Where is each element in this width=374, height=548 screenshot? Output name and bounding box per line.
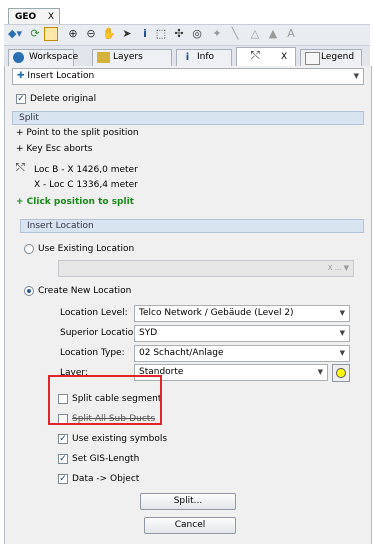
layer-color-swatch-icon <box>336 368 346 378</box>
chevron-down-icon: ▼ <box>353 72 359 80</box>
pin-icon[interactable]: ✦ <box>210 27 224 41</box>
location-level-label: Location Level: <box>60 308 128 318</box>
mode-combo-value: Insert Location <box>27 71 95 81</box>
loc-b-distance: Loc B - X 1426,0 meter <box>34 165 138 175</box>
split-instruction-2: + Key Esc aborts <box>16 144 93 154</box>
tab-info[interactable]: i Info <box>176 49 232 66</box>
select-box-icon[interactable]: ⬚ <box>154 27 168 41</box>
window-icon[interactable] <box>44 27 58 41</box>
location-type-label: Location Type: <box>60 348 125 358</box>
layers-icon <box>97 52 110 63</box>
fill-icon[interactable]: ▲ <box>266 27 280 41</box>
use-existing-symbols-label: Use existing symbols <box>72 434 168 444</box>
info-icon[interactable]: i <box>138 27 152 41</box>
highlight-box <box>48 375 162 425</box>
text-icon[interactable]: A <box>284 27 298 41</box>
existing-location-combo[interactable]: X ... ▼ <box>58 260 354 277</box>
split-instruction-1: + Point to the split position <box>16 128 139 138</box>
window-tab-label: GEO <box>15 12 37 22</box>
loc-c-distance: X - Loc C 1336,4 meter <box>34 180 138 190</box>
tab-info-label: Info <box>197 52 215 62</box>
chevron-down-icon: ▼ <box>339 309 345 317</box>
chevron-down-icon: ▼ <box>339 349 345 357</box>
tab-layers-label: Layers <box>113 52 143 62</box>
window-tab-geo[interactable]: GEO X <box>8 8 60 24</box>
mode-combo[interactable]: ✚ Insert Location ▼ <box>12 68 364 85</box>
use-existing-label: Use Existing Location <box>38 244 135 254</box>
create-new-label: Create New Location <box>38 286 132 296</box>
split-section-header: Split <box>12 111 364 125</box>
superior-location-value: SYD <box>139 328 158 338</box>
location-type-value: 02 Schacht/Anlage <box>139 348 224 358</box>
superior-location-combo[interactable]: SYD ▼ <box>134 325 350 342</box>
chevron-down-icon: ▼ <box>317 368 323 376</box>
polygon-icon[interactable]: △ <box>248 27 262 41</box>
set-gis-length-checkbox[interactable]: ✓ <box>58 454 68 464</box>
split-tool-icon: ⤲ <box>251 49 260 62</box>
tab-split-tool[interactable]: ⤲ X <box>236 47 296 67</box>
select-arrow-icon[interactable]: ➤ <box>120 27 134 41</box>
use-existing-symbols-checkbox[interactable]: ✓ <box>58 434 68 444</box>
zoom-in-icon[interactable]: ⊕ <box>66 27 80 41</box>
existing-combo-controls: X ... ▼ <box>327 264 349 272</box>
delete-original-label: Delete original <box>30 94 97 104</box>
line-icon[interactable]: ╲ <box>228 27 242 41</box>
tab-layers[interactable]: Layers <box>92 49 172 66</box>
refresh-icon[interactable]: ⟳ <box>28 27 42 41</box>
data-object-checkbox[interactable]: ✓ <box>58 474 68 484</box>
data-object-label: Data -> Object <box>72 474 140 484</box>
tab-close-icon[interactable]: X <box>281 50 287 65</box>
layers-dropdown-icon[interactable]: ◆▾ <box>8 27 22 41</box>
chevron-down-icon: ▼ <box>339 329 345 337</box>
click-position-hint: + Click position to split <box>16 197 134 207</box>
cancel-button[interactable]: Cancel <box>144 517 236 534</box>
tab-legend-label: Legend <box>321 52 355 62</box>
layer-style-button[interactable] <box>332 364 350 382</box>
zoom-out-icon[interactable]: ⊖ <box>84 27 98 41</box>
tab-workspace[interactable]: Workspace <box>8 49 78 66</box>
split-button[interactable]: Split... <box>140 493 236 510</box>
delete-original-checkbox[interactable]: ✓ <box>16 94 26 104</box>
info-tab-icon: i <box>185 52 190 63</box>
tab-workspace-label: Workspace <box>29 52 79 62</box>
panel-tabs: Workspace Layers i Info ⤲ X Legend <box>4 46 370 67</box>
location-level-value: Telco Network / Gebäude (Level 2) <box>139 308 294 318</box>
pan-hand-icon[interactable]: ✋ <box>102 27 116 41</box>
workspace-icon <box>13 52 24 63</box>
split-point-icon: ⤲ <box>16 161 25 174</box>
node-icon[interactable]: ✣ <box>172 27 186 41</box>
location-type-combo[interactable]: 02 Schacht/Anlage ▼ <box>134 345 350 362</box>
layer-combo[interactable]: Standorte ▼ <box>134 364 328 381</box>
map-toolbar: ◆▾ ⟳ ⊕ ⊖ ✋ ➤ i ⬚ ✣ ◎ ✦ ╲ △ ▲ A <box>4 24 370 46</box>
create-new-radio[interactable] <box>24 286 34 296</box>
location-level-combo[interactable]: Telco Network / Gebäude (Level 2) ▼ <box>134 305 350 322</box>
insert-location-header: Insert Location <box>20 219 364 233</box>
use-existing-radio[interactable] <box>24 244 34 254</box>
insert-location-icon: ✚ <box>17 71 25 81</box>
set-gis-length-label: Set GIS-Length <box>72 454 140 464</box>
tab-legend[interactable]: Legend <box>300 49 362 66</box>
superior-location-label: Superior Location: <box>60 328 143 338</box>
legend-icon <box>305 52 320 65</box>
window-close-icon[interactable]: X <box>48 9 54 25</box>
node-select-icon[interactable]: ◎ <box>190 27 204 41</box>
